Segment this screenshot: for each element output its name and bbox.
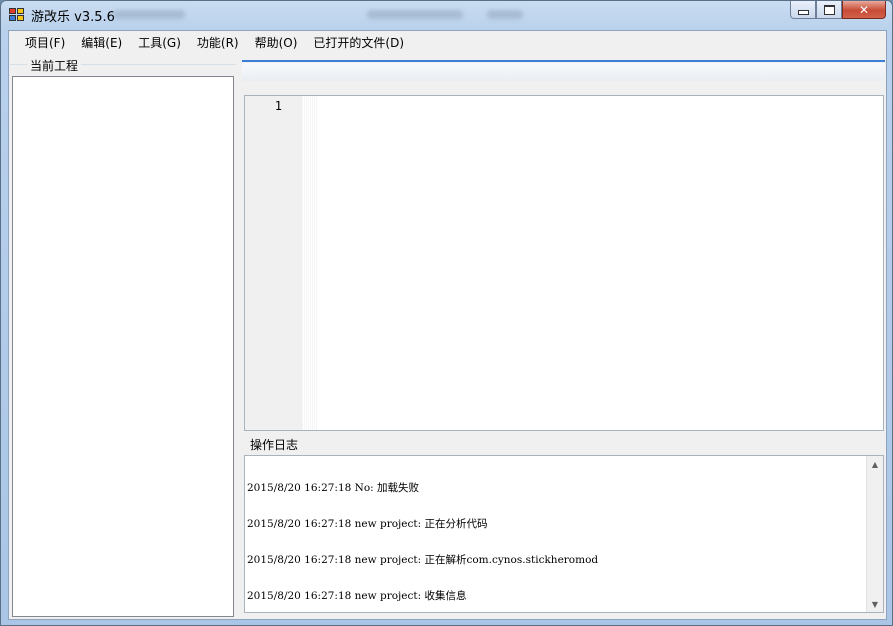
log-line: 2015/8/20 16:27:18 new project: 收集信息 [247, 590, 467, 602]
log-line: 2015/8/20 16:27:18 No: 加载失败 [247, 482, 420, 494]
close-icon: ✕ [858, 2, 870, 17]
scroll-up-icon[interactable]: ▲ [867, 456, 883, 472]
menu-tools[interactable]: 工具(G) [130, 33, 189, 53]
blurred-title-text [113, 10, 185, 19]
log-panel-title: 操作日志 [250, 438, 299, 452]
file-tab-area[interactable] [242, 63, 885, 81]
blurred-title-text [487, 10, 523, 19]
menu-edit[interactable]: 编辑(E) [73, 33, 130, 53]
tab-strip-accent [242, 60, 885, 62]
menu-opened-files[interactable]: 已打开的文件(D) [305, 33, 412, 53]
title-bar[interactable]: 游改乐 v3.5.6 ✕ [1, 1, 892, 29]
log-lines: 2015/8/20 16:27:18 No: 加载失败 2015/8/20 16… [247, 458, 599, 612]
project-tree[interactable] [12, 76, 234, 617]
log-line: 2015/8/20 16:27:18 new project: 正在分析代码 [247, 518, 488, 530]
window-title: 游改乐 v3.5.6 [31, 10, 115, 25]
minimize-icon [797, 9, 809, 15]
menu-bar: 项目(F) 编辑(E) 工具(G) 功能(R) 帮助(O) 已打开的文件(D) [9, 31, 886, 55]
fold-margin [302, 96, 318, 430]
minimize-button[interactable] [790, 1, 816, 19]
blurred-title-text [367, 10, 463, 19]
menu-project[interactable]: 项目(F) [17, 33, 73, 53]
line-number-gutter: 1 [245, 96, 302, 430]
log-line: 2015/8/20 16:27:18 new project: 正在解析com.… [247, 554, 599, 566]
log-output[interactable]: 2015/8/20 16:27:18 No: 加载失败 2015/8/20 16… [244, 455, 884, 613]
project-panel-title: 当前工程 [27, 57, 82, 74]
line-number: 1 [274, 99, 282, 113]
code-editor[interactable]: 1 [244, 95, 884, 431]
maximize-button[interactable] [816, 1, 842, 19]
window-controls: ✕ [790, 1, 886, 19]
menu-functions[interactable]: 功能(R) [189, 33, 247, 53]
maximize-icon [823, 4, 835, 15]
project-panel: 当前工程 [10, 57, 236, 617]
log-scrollbar[interactable]: ▲ ▼ [866, 456, 883, 612]
scroll-down-icon[interactable]: ▼ [867, 596, 883, 612]
menu-help[interactable]: 帮助(O) [247, 33, 306, 53]
close-button[interactable]: ✕ [842, 1, 886, 19]
app-icon [9, 8, 25, 22]
app-window: 游改乐 v3.5.6 ✕ 项目(F) 编辑(E) 工具(G) 功能(R) 帮助(… [0, 0, 893, 626]
client-area: 项目(F) 编辑(E) 工具(G) 功能(R) 帮助(O) 已打开的文件(D) … [8, 30, 887, 620]
